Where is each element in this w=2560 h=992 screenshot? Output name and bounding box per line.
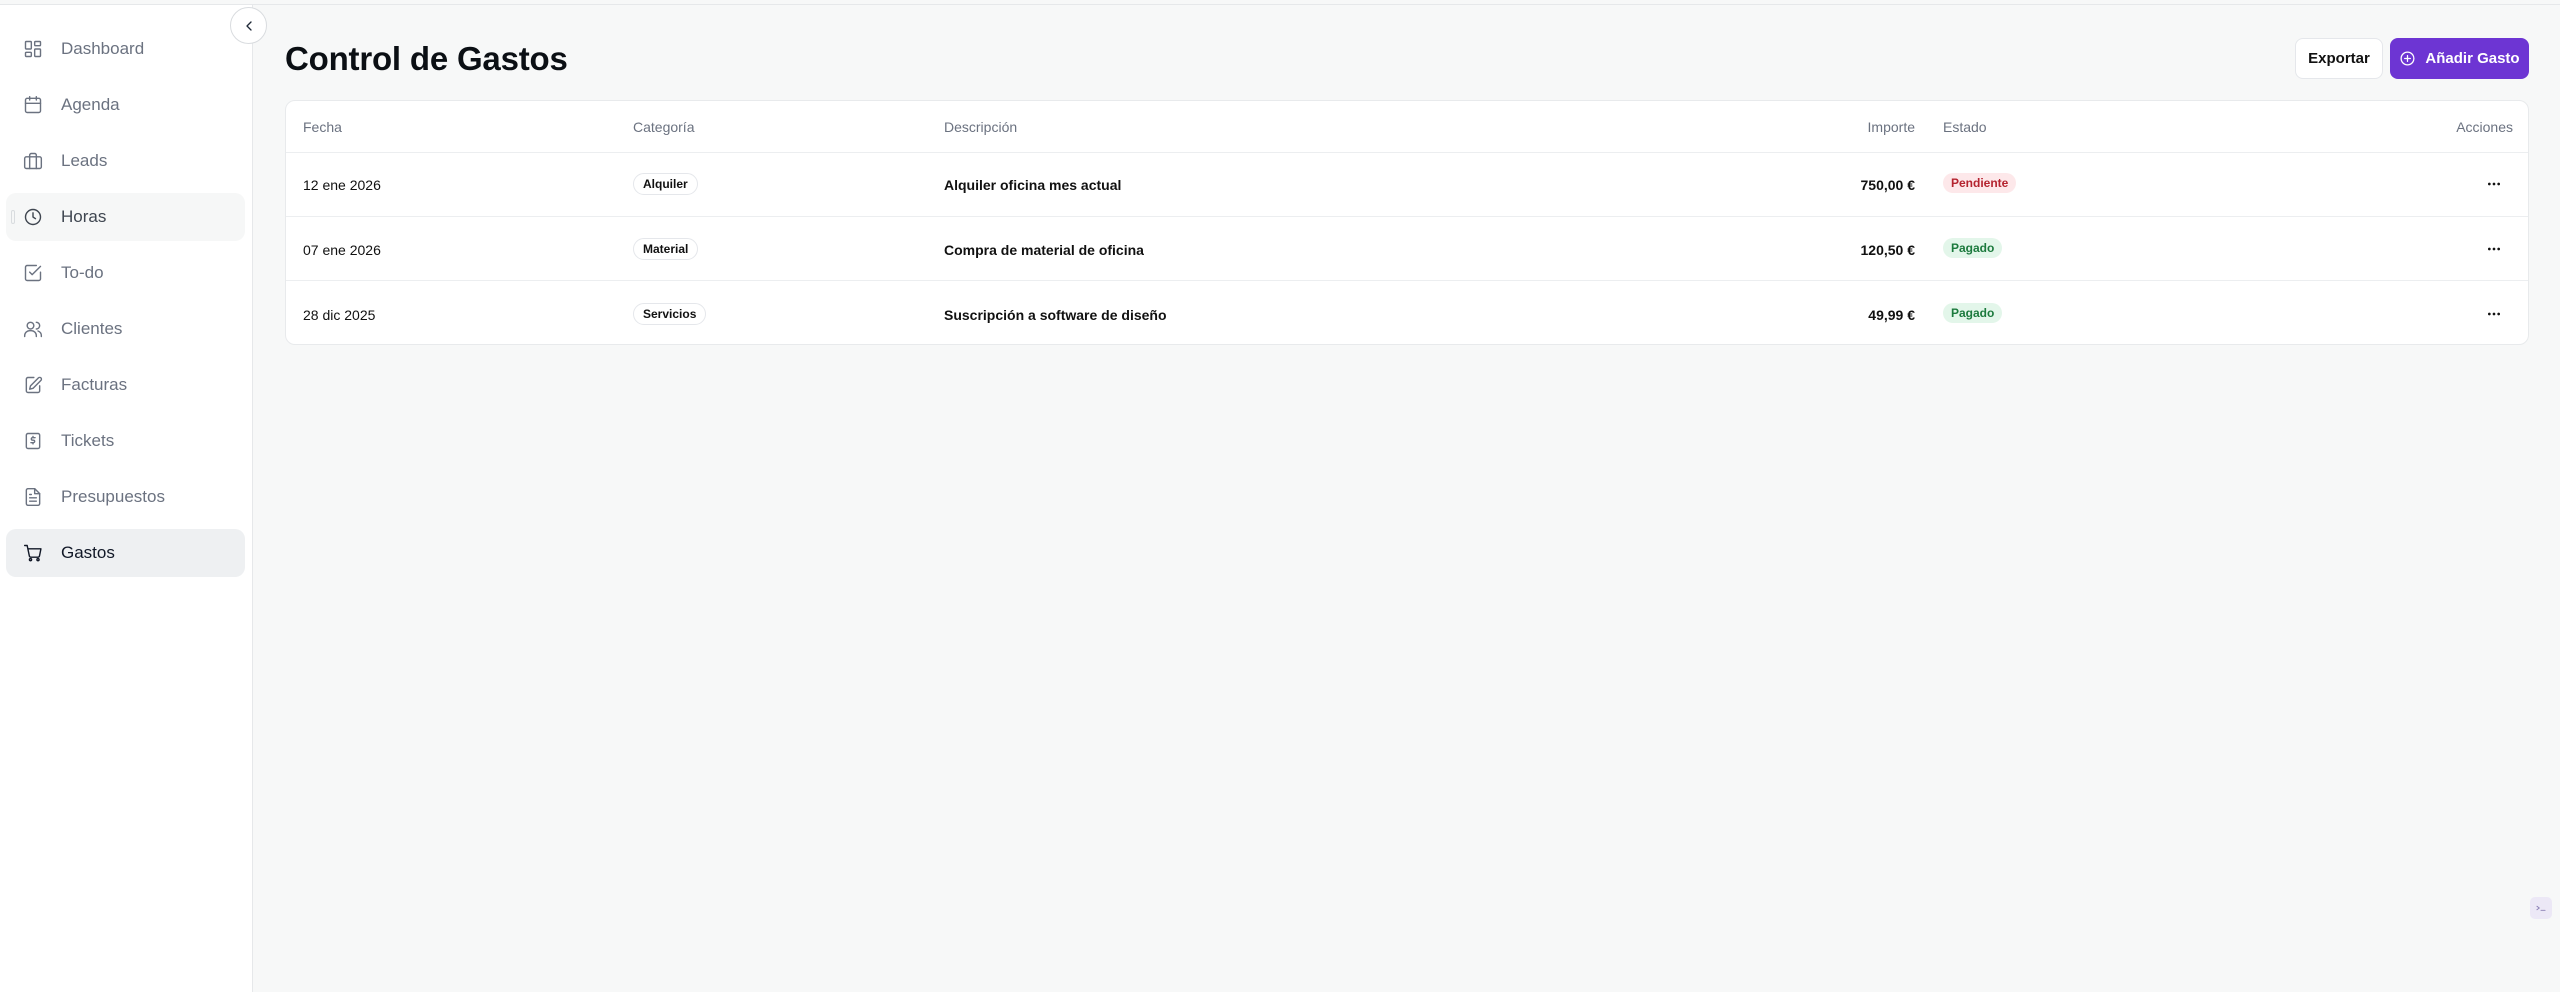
category-badge: Alquiler: [633, 173, 698, 195]
sidebar-item-label: Tickets: [61, 431, 115, 450]
sidebar-item-todo[interactable]: To-do: [6, 249, 245, 297]
column-header-importe: Importe: [1867, 119, 1915, 135]
cell-importe: 750,00 €: [1860, 177, 1916, 193]
column-header-fecha: Fecha: [303, 119, 342, 135]
cell-importe: 120,50 €: [1860, 242, 1916, 258]
sidebar-item-label: Horas: [61, 207, 107, 226]
sidebar-item-label: To-do: [61, 263, 104, 282]
dashboard-grid-icon: [22, 38, 44, 60]
page-title: Control de Gastos: [285, 40, 568, 77]
sidebar-item-gastos[interactable]: Gastos: [6, 529, 245, 577]
cell-fecha: 28 dic 2025: [303, 307, 376, 323]
sidebar-item-presupuestos[interactable]: Presupuestos: [6, 473, 245, 521]
file-text-icon: [22, 486, 44, 508]
more-actions-icon[interactable]: [2483, 303, 2505, 325]
sidebar-item-agenda[interactable]: Agenda: [6, 81, 245, 129]
expenses-table: Fecha Categoría Descripción Importe Esta…: [285, 100, 2529, 345]
sidebar-item-clientes[interactable]: Clientes: [6, 305, 245, 353]
sidebar-item-tickets[interactable]: Tickets: [6, 417, 245, 465]
sidebar-item-label: Gastos: [61, 543, 115, 562]
sidebar-collapse-button[interactable]: [230, 7, 267, 44]
cell-descripcion: Suscripción a software de diseño: [944, 307, 1167, 323]
receipt-icon: [22, 430, 44, 452]
sidebar-item-label: Leads: [61, 151, 108, 170]
category-badge: Servicios: [633, 303, 707, 325]
cell-fecha: 07 ene 2026: [303, 242, 381, 258]
sidebar-item-label: Facturas: [61, 375, 128, 394]
sidebar-item-label: Agenda: [61, 95, 120, 114]
table-row[interactable]: 12 ene 2026 Alquiler Alquiler oficina me…: [286, 153, 2528, 217]
add-expense-button[interactable]: Añadir Gasto: [2390, 38, 2529, 79]
table-row[interactable]: 28 dic 2025 Servicios Suscripción a soft…: [286, 281, 2528, 344]
category-badge: Material: [633, 238, 699, 260]
sidebar-item-label: Presupuestos: [61, 487, 165, 506]
drag-handle[interactable]: [11, 210, 15, 224]
sidebar-item-facturas[interactable]: Facturas: [6, 361, 245, 409]
export-button[interactable]: Exportar: [2295, 38, 2383, 79]
cell-fecha: 12 ene 2026: [303, 177, 381, 193]
column-header-acciones: Acciones: [2456, 119, 2513, 135]
sidebar-item-label: Clientes: [61, 319, 123, 338]
calendar-icon: [22, 94, 44, 116]
column-header-categoria: Categoría: [633, 119, 695, 135]
chevron-left-icon: [245, 20, 252, 31]
status-badge: Pendiente: [1943, 173, 2017, 193]
sidebar-item-leads[interactable]: Leads: [6, 137, 245, 185]
status-badge: Pagado: [1943, 238, 2003, 258]
shopping-cart-icon: [22, 542, 44, 564]
sidebar-item-dashboard[interactable]: Dashboard: [6, 25, 245, 73]
cell-descripcion: Alquiler oficina mes actual: [944, 177, 1122, 193]
table-row[interactable]: 07 ene 2026 Material Compra de material …: [286, 217, 2528, 281]
more-actions-icon[interactable]: [2483, 238, 2505, 260]
sidebar-item-horas[interactable]: Horas: [6, 193, 245, 241]
edit-document-icon: [22, 374, 44, 396]
more-actions-icon[interactable]: [2483, 173, 2505, 195]
assistant-widget-icon[interactable]: [2530, 897, 2552, 919]
column-header-descripcion: Descripción: [944, 119, 1018, 135]
sidebar-item-label: Dashboard: [61, 39, 145, 58]
briefcase-icon: [22, 150, 44, 172]
plus-circle-icon: [2400, 51, 2415, 66]
sidebar: Dashboard Agenda Leads Horas To-do Clien…: [0, 5, 253, 992]
top-border: [0, 0, 2560, 5]
users-icon: [22, 318, 44, 340]
status-badge: Pagado: [1943, 303, 2003, 323]
table-header: Fecha Categoría Descripción Importe Esta…: [286, 101, 2528, 153]
cell-descripcion: Compra de material de oficina: [944, 242, 1144, 258]
clock-icon: [22, 206, 44, 228]
column-header-estado: Estado: [1943, 119, 1987, 135]
checkbox-icon: [22, 262, 44, 284]
sidebar-nav: Dashboard Agenda Leads Horas To-do Clien…: [6, 25, 245, 585]
cell-importe: 49,99 €: [1868, 307, 1915, 323]
add-expense-label: Añadir Gasto: [2425, 50, 2520, 67]
